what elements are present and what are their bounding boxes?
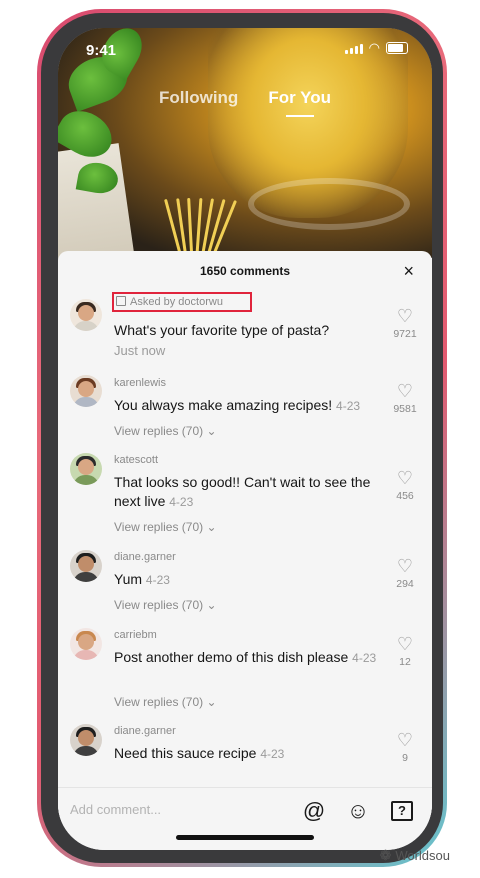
comment-text: That looks so good!! Can't wait to see t…	[114, 474, 371, 509]
signal-icon	[344, 44, 363, 54]
like-button[interactable]: ♡ 9	[390, 730, 420, 764]
avatar[interactable]	[70, 628, 102, 660]
like-button[interactable]: ♡ 9581	[390, 381, 420, 415]
view-replies-link[interactable]: View replies (70) ⌄	[114, 695, 217, 709]
video-background[interactable]	[58, 28, 432, 283]
watermark-text: Worldsou	[395, 848, 450, 863]
comment-text: Yum 4-23	[114, 571, 170, 587]
chevron-down-icon: ⌄	[206, 520, 217, 534]
heart-icon: ♡	[396, 556, 414, 576]
heart-icon: ♡	[396, 634, 414, 654]
add-comment-bar: Add comment... @ ☺ ?	[58, 787, 432, 836]
feed-tabs: Following For You	[58, 88, 432, 117]
comments-sheet: 1650 comments × Asked by doctorwu What's…	[58, 251, 432, 850]
tab-for-you[interactable]: For You	[268, 88, 331, 117]
comments-header: 1650 comments ×	[58, 251, 432, 291]
like-count: 456	[396, 490, 414, 502]
view-replies-link[interactable]: View replies (70) ⌄	[114, 520, 217, 534]
close-icon[interactable]: ×	[403, 261, 414, 282]
comment-timestamp: Just now	[114, 343, 166, 358]
chevron-down-icon: ⌄	[206, 424, 217, 438]
comment-username[interactable]: karenlewis	[114, 377, 166, 389]
status-time: 9:41	[86, 42, 117, 59]
avatar[interactable]	[70, 299, 102, 331]
comment-username[interactable]: carriebm	[114, 629, 157, 641]
status-icons: ◠	[344, 40, 408, 55]
comment-text: Need this sauce recipe 4-23	[114, 745, 285, 761]
comment-username[interactable]: diane.garner	[114, 551, 176, 563]
avatar[interactable]	[70, 375, 102, 407]
watermark: ❁ Worldsou	[380, 847, 450, 864]
like-count: 12	[399, 656, 411, 668]
view-replies-link[interactable]: View replies (70) ⌄	[114, 598, 217, 612]
avatar[interactable]	[70, 453, 102, 485]
like-count: 9721	[393, 328, 417, 340]
question-icon[interactable]: ?	[389, 798, 415, 824]
heart-icon: ♡	[396, 468, 414, 488]
heart-icon: ♡	[396, 306, 414, 326]
phone-screen: 9:41 ◠ Following For You 1650 comments ×…	[58, 28, 432, 850]
like-button[interactable]: ♡ 294	[390, 556, 420, 590]
jar-rim	[248, 178, 410, 230]
battery-icon	[386, 42, 408, 54]
like-count: 9	[402, 752, 408, 764]
tab-following[interactable]: Following	[159, 88, 238, 108]
avatar[interactable]	[70, 550, 102, 582]
heart-icon: ♡	[396, 730, 414, 750]
wifi-icon: ◠	[368, 40, 380, 55]
emoji-icon[interactable]: ☺	[345, 798, 371, 824]
at-sign-icon[interactable]: @	[301, 798, 327, 824]
chevron-down-icon: ⌄	[206, 695, 217, 709]
chevron-down-icon: ⌄	[206, 598, 217, 612]
avatar[interactable]	[70, 724, 102, 756]
home-indicator	[176, 835, 314, 840]
like-count: 9581	[393, 403, 417, 415]
asked-by-label: Asked by doctorwu	[116, 296, 223, 308]
comments-count-title: 1650 comments	[199, 264, 291, 278]
like-count: 294	[396, 578, 414, 590]
like-button[interactable]: ♡ 12	[390, 634, 420, 668]
question-icon	[116, 296, 126, 306]
comment-username[interactable]: katescott	[114, 454, 158, 466]
comment-text: What's your favorite type of pasta?	[114, 322, 330, 338]
comment-username[interactable]: diane.garner	[114, 725, 176, 737]
like-button[interactable]: ♡ 456	[390, 468, 420, 502]
heart-icon: ♡	[396, 381, 414, 401]
view-replies-link[interactable]: View replies (70) ⌄	[114, 424, 217, 438]
add-comment-input[interactable]: Add comment...	[70, 802, 161, 817]
wechat-logo-icon: ❁	[379, 847, 392, 863]
comment-text: Post another demo of this dish please 4-…	[114, 649, 377, 665]
comment-text: You always make amazing recipes! 4-23	[114, 397, 361, 413]
like-button[interactable]: ♡ 9721	[390, 306, 420, 340]
